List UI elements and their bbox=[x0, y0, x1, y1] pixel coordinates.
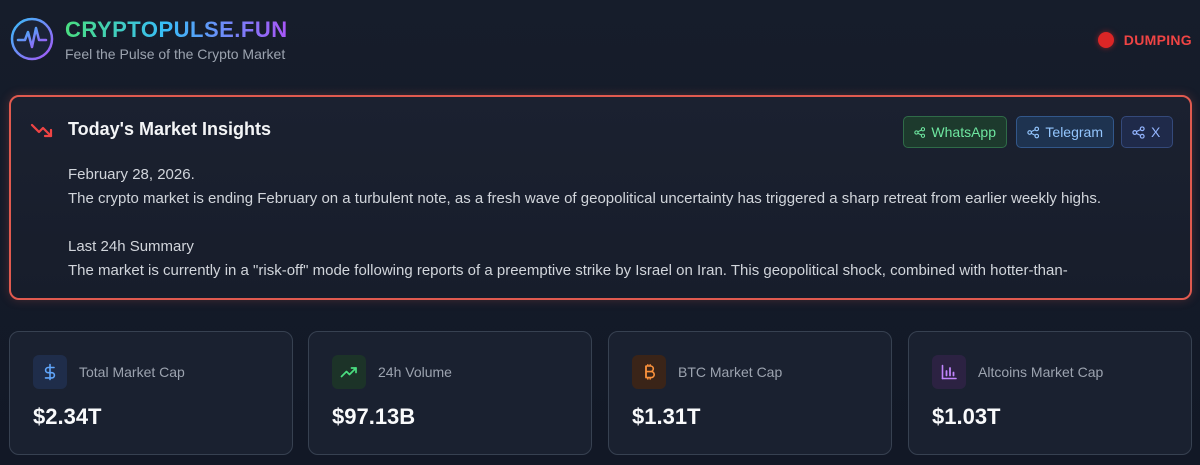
stat-card-altcoins-market-cap: Altcoins Market Cap $1.03T bbox=[908, 331, 1192, 455]
stat-value: $1.03T bbox=[932, 404, 1001, 429]
header: CRYPTOPULSE.FUN Feel the Pulse of the Cr… bbox=[0, 0, 1200, 88]
share-x-button[interactable]: X bbox=[1121, 116, 1173, 148]
stat-label: BTC Market Cap bbox=[678, 364, 783, 380]
share-whatsapp-label: WhatsApp bbox=[931, 124, 996, 140]
stat-label: Altcoins Market Cap bbox=[978, 364, 1104, 380]
market-status-label: DUMPING bbox=[1123, 32, 1192, 48]
stat-card-btc-market-cap: BTC Market Cap $1.31T bbox=[608, 331, 892, 455]
share-icon bbox=[1027, 126, 1040, 138]
bar-chart-icon bbox=[932, 355, 966, 389]
page: CRYPTOPULSE.FUN Feel the Pulse of the Cr… bbox=[0, 0, 1200, 465]
trend-down-icon bbox=[30, 123, 53, 138]
summary-heading: Last 24h Summary bbox=[68, 238, 194, 255]
stat-value: $2.34T bbox=[33, 404, 102, 429]
insights-intro: The crypto market is ending February on … bbox=[68, 190, 1102, 207]
pulse-logo-icon[interactable] bbox=[10, 17, 54, 61]
dollar-icon bbox=[33, 355, 67, 389]
insights-date: February 28, 2026. bbox=[68, 166, 195, 183]
share-x-label: X bbox=[1151, 124, 1161, 140]
stat-label: 24h Volume bbox=[378, 364, 452, 380]
stat-value: $97.13B bbox=[332, 404, 416, 429]
market-insights-panel: Today's Market Insights WhatsApp Telegra… bbox=[9, 95, 1192, 300]
brand-name[interactable]: CRYPTOPULSE.FUN bbox=[65, 17, 288, 43]
share-telegram-label: Telegram bbox=[1045, 124, 1103, 140]
status-dot-icon bbox=[1097, 32, 1114, 48]
summary-text: The market is currently in a "risk-off" … bbox=[68, 262, 1068, 279]
stat-value: $1.31T bbox=[632, 404, 701, 429]
share-icon bbox=[914, 126, 926, 138]
insights-title: Today's Market Insights bbox=[68, 119, 271, 139]
tagline: Feel the Pulse of the Crypto Market bbox=[65, 46, 286, 62]
share-whatsapp-button[interactable]: WhatsApp bbox=[903, 116, 1007, 148]
stat-label: Total Market Cap bbox=[79, 364, 185, 380]
bitcoin-icon bbox=[632, 355, 666, 389]
stat-card-24h-volume: 24h Volume $97.13B bbox=[308, 331, 592, 455]
stat-card-total-market-cap: Total Market Cap $2.34T bbox=[9, 331, 293, 455]
insights-body: February 28, 2026. The crypto market is … bbox=[68, 163, 1168, 283]
share-icon bbox=[1132, 125, 1145, 139]
market-status: DUMPING bbox=[1097, 31, 1192, 49]
trending-up-icon bbox=[332, 355, 366, 389]
share-telegram-button[interactable]: Telegram bbox=[1016, 116, 1114, 148]
